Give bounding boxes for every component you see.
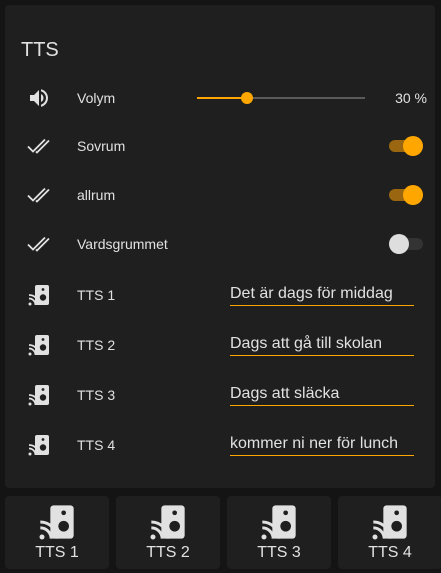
toggle-knob xyxy=(403,136,423,156)
volume-label: Volym xyxy=(77,90,116,106)
tts-label: TTS 3 xyxy=(77,387,116,403)
tts-label: TTS 1 xyxy=(77,287,116,303)
tts-row-4: TTS 4 xyxy=(5,425,435,465)
switch-row-sovrum: Sovrum xyxy=(5,126,435,166)
toggle-knob xyxy=(403,185,423,205)
speaker-wireless-icon xyxy=(372,505,407,540)
volume-row: Volym 30 % xyxy=(5,78,435,118)
tts-2-button[interactable]: TTS 2 xyxy=(116,496,220,569)
check-all-icon xyxy=(27,187,50,203)
button-label: TTS 2 xyxy=(146,544,190,561)
tts-1-button[interactable]: TTS 1 xyxy=(5,496,109,569)
switch-row-vardsgrummet: Vardsgrummet xyxy=(5,224,435,264)
tts-row-3: TTS 3 xyxy=(5,375,435,415)
tts-label: TTS 4 xyxy=(77,437,116,453)
tts-label: TTS 2 xyxy=(77,337,116,353)
toggle-allrum[interactable] xyxy=(389,185,423,205)
switch-row-allrum: allrum xyxy=(5,175,435,215)
tts-1-input[interactable] xyxy=(230,276,414,306)
tts-3-input[interactable] xyxy=(230,376,414,406)
check-all-icon xyxy=(27,236,50,252)
switch-label: Sovrum xyxy=(77,138,126,154)
volume-slider[interactable] xyxy=(197,92,365,104)
speaker-wireless-icon xyxy=(261,505,296,540)
tts-button-bar: TTS 1 TTS 2 TTS 3 TTS 4 xyxy=(5,496,441,569)
switch-label: allrum xyxy=(77,187,116,203)
speaker-wireless-icon xyxy=(28,335,49,356)
speaker-wireless-icon xyxy=(39,505,74,540)
tts-card: TTS Volym 30 % Sovrum allrum Vardsgrumme… xyxy=(5,5,435,488)
speaker-wireless-icon xyxy=(28,435,49,456)
button-label: TTS 1 xyxy=(35,544,79,561)
card-title: TTS xyxy=(21,39,59,61)
check-all-icon xyxy=(27,138,50,154)
button-label: TTS 3 xyxy=(257,544,301,561)
toggle-sovrum[interactable] xyxy=(389,136,423,156)
volume-icon xyxy=(30,89,48,107)
tts-4-button[interactable]: TTS 4 xyxy=(338,496,441,569)
speaker-wireless-icon xyxy=(28,385,49,406)
switch-label: Vardsgrummet xyxy=(77,236,168,252)
tts-row-2: TTS 2 xyxy=(5,325,435,365)
button-label: TTS 4 xyxy=(368,544,412,561)
tts-4-input[interactable] xyxy=(230,426,414,456)
tts-row-1: TTS 1 xyxy=(5,275,435,315)
volume-value: 30 % xyxy=(395,90,427,106)
toggle-vardsgrummet[interactable] xyxy=(389,234,423,254)
tts-3-button[interactable]: TTS 3 xyxy=(227,496,331,569)
volume-slider-thumb[interactable] xyxy=(241,92,254,104)
speaker-wireless-icon xyxy=(28,285,49,306)
volume-slider-fill xyxy=(197,97,248,99)
tts-2-input[interactable] xyxy=(230,326,414,356)
speaker-wireless-icon xyxy=(150,505,185,540)
toggle-knob xyxy=(389,234,409,254)
